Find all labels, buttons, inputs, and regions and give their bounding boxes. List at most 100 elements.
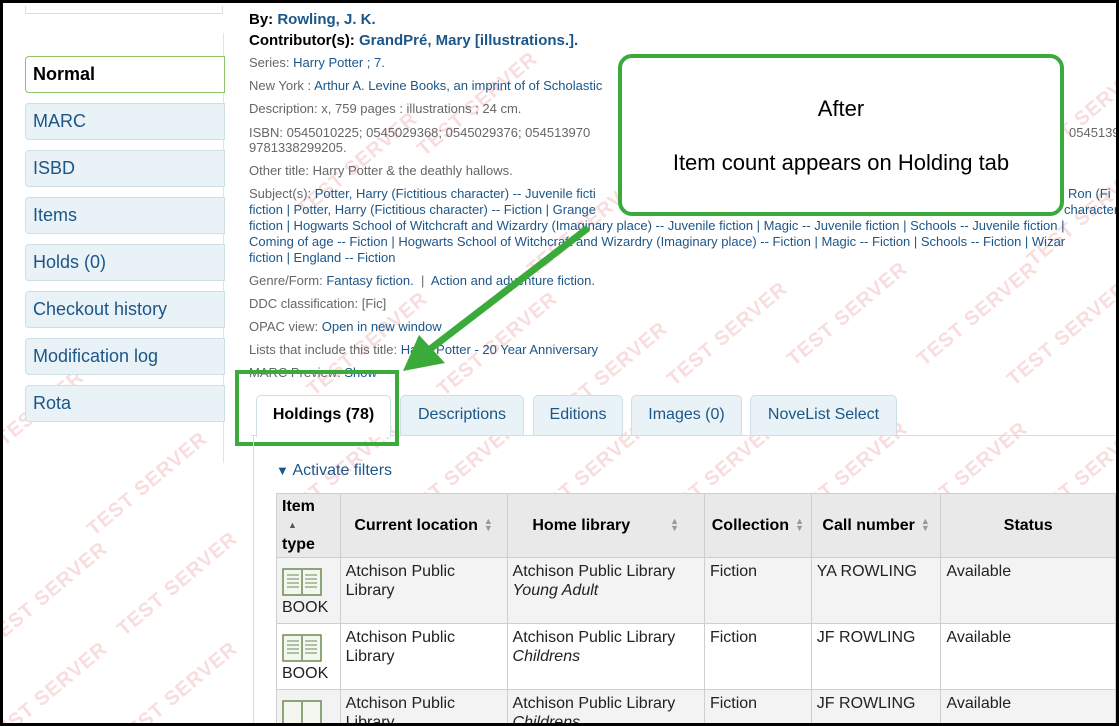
- tab-novelist-select[interactable]: NoveList Select: [750, 395, 897, 435]
- sidebar-item-items[interactable]: Items: [25, 197, 225, 234]
- sort-icon: ▲ ▼: [795, 516, 804, 534]
- sort-asc-icon: ▲: [288, 520, 297, 531]
- cell-item-type: BOOK: [276, 557, 341, 624]
- sidebar-item-holds[interactable]: Holds (0): [25, 244, 225, 281]
- watermark-text: TEST SERVER: [783, 257, 912, 371]
- publisher-link[interactable]: Arthur A. Levine Books, an imprint of of…: [314, 78, 602, 93]
- cell-current-location: Atchison Public Library: [339, 557, 508, 624]
- subjects-line-4[interactable]: Coming of age -- Fiction | Hogwarts Scho…: [249, 234, 1065, 249]
- screenshot-frame: TEST SERVER TEST SERVER TEST SERVER TEST SE…: [0, 0, 1119, 726]
- book-icon: [282, 700, 322, 723]
- home-library-shelf: Childrens: [512, 648, 581, 665]
- cell-collection: Fiction: [703, 557, 812, 624]
- record-sidebar: Normal MARC ISBD Items Holds (0) Checkou…: [25, 56, 225, 432]
- series-label: Series:: [249, 55, 290, 70]
- contributor-label: Contributor(s):: [249, 32, 355, 49]
- tab-descriptions[interactable]: Descriptions: [400, 395, 524, 435]
- sidebar-item-normal[interactable]: Normal: [25, 56, 225, 93]
- subjects-label: Subject(s):: [249, 186, 312, 201]
- holdings-highlight-box: [235, 370, 399, 446]
- col-home-library-label: Home library: [532, 516, 631, 534]
- author-link[interactable]: Rowling, J. K.: [277, 11, 375, 28]
- isbn-value-right: 05451397: [1069, 125, 1119, 140]
- cell-status: Available: [940, 689, 1116, 723]
- sidebar-item-modification-log[interactable]: Modification log: [25, 338, 225, 375]
- series-line: Series: Harry Potter ; 7.: [249, 55, 385, 70]
- tab-editions[interactable]: Editions: [533, 395, 623, 435]
- cell-call-number: JF ROWLING: [810, 623, 942, 690]
- col-current-location[interactable]: Current location ▲ ▼: [339, 493, 508, 558]
- watermark-text: TEST SERVER: [1003, 277, 1119, 391]
- sidebar-item-marc[interactable]: MARC: [25, 103, 225, 140]
- isbn-line: ISBN: 0545010225; 0545029368; 0545029376…: [249, 125, 590, 140]
- watermark-text: TEST SERVER: [913, 257, 1042, 371]
- table-row: Atchison Public Library Atchison Public L…: [276, 689, 1116, 726]
- table-header-row: Item ▲ type Current location ▲ ▼ Home libr…: [276, 493, 1116, 558]
- other-title-line: Other title: Harry Potter & the deathly …: [249, 163, 513, 178]
- sidebar-item-isbd[interactable]: ISBD: [25, 150, 225, 187]
- watermark-text: TEST SERVER: [663, 277, 792, 391]
- cell-current-location: Atchison Public Library: [339, 623, 508, 690]
- annotation-callout: After Item count appears on Holding tab: [618, 54, 1064, 216]
- by-label: By:: [249, 11, 274, 28]
- col-item-type-l2: type: [282, 536, 315, 553]
- description-label: Description:: [249, 101, 318, 116]
- subjects-line-2[interactable]: fiction | Potter, Harry (Fictitious char…: [249, 202, 596, 217]
- cell-collection: Fiction: [703, 689, 812, 723]
- col-call-number[interactable]: Call number ▲ ▼: [810, 493, 942, 558]
- col-status[interactable]: Status: [940, 493, 1116, 558]
- activate-filters-label: Activate filters: [292, 462, 393, 479]
- cell-home-library: Atchison Public Library Childrens: [506, 623, 705, 690]
- item-type-label: BOOK: [282, 665, 329, 682]
- sidebar-item-checkout-history[interactable]: Checkout history: [25, 291, 225, 328]
- table-row: BOOK Atchison Public Library Atchison Pub…: [276, 623, 1116, 690]
- cell-current-location: Atchison Public Library: [339, 689, 508, 723]
- description-value: x, 759 pages : illustrations ; 24 cm.: [321, 101, 522, 116]
- activate-filters-link[interactable]: ▼ Activate filters: [276, 462, 392, 480]
- sidebar-top-box: [25, 6, 223, 14]
- book-icon: [282, 634, 322, 662]
- annotation-arrow: [403, 225, 591, 371]
- col-item-type[interactable]: Item ▲ type: [276, 493, 341, 558]
- cell-item-type: [276, 689, 341, 723]
- lists-label: Lists that include this title:: [249, 342, 398, 357]
- tab-images[interactable]: Images (0): [631, 395, 742, 435]
- watermark-text: TEST SERVER: [113, 527, 242, 641]
- table-row: BOOK Atchison Public Library Atchison Pub…: [276, 557, 1116, 624]
- description-line: Description: x, 759 pages : illustration…: [249, 101, 521, 116]
- sidebar-item-rota[interactable]: Rota: [25, 385, 225, 422]
- watermark-text: TEST SERVER: [83, 427, 212, 541]
- subjects-line-5[interactable]: fiction | England -- Fiction: [249, 250, 395, 265]
- home-library-name: Atchison Public Library: [512, 629, 676, 646]
- subject-link[interactable]: Potter, Harry (Fictitious character) -- …: [315, 186, 596, 201]
- current-location-l1: Atchison Public: [345, 563, 456, 580]
- subjects-line-2-right[interactable]: character) --: [1064, 202, 1116, 217]
- contributor-line: Contributor(s): GrandPré, Mary [illustra…: [249, 32, 578, 49]
- sort-icon: ▲ ▼: [483, 516, 493, 534]
- col-status-label: Status: [1003, 516, 1053, 534]
- watermark-text: TEST SERVER: [0, 537, 112, 651]
- cell-status: Available: [940, 557, 1116, 624]
- series-link[interactable]: Harry Potter ; 7.: [293, 55, 385, 70]
- cell-call-number: YA ROWLING: [810, 557, 942, 624]
- sort-icon: ▲ ▼: [920, 516, 930, 534]
- cell-collection: Fiction: [703, 623, 812, 690]
- publisher-place: New York :: [249, 78, 312, 93]
- ddc-line: DDC classification: [Fic]: [249, 296, 386, 311]
- col-call-number-label: Call number: [822, 516, 915, 534]
- home-library-name: Atchison Public Library: [512, 695, 676, 712]
- col-home-library[interactable]: Home library ▲ ▼: [506, 493, 705, 558]
- subjects-line-3[interactable]: fiction | Hogwarts School of Witchcraft …: [249, 218, 1064, 233]
- contributor-link[interactable]: GrandPré, Mary [illustrations.].: [359, 32, 578, 49]
- cell-call-number: JF ROWLING: [810, 689, 942, 723]
- genre-label: Genre/Form:: [249, 273, 323, 288]
- col-collection[interactable]: Collection ▲ ▼: [703, 493, 812, 558]
- home-library-shelf: Childrens: [512, 714, 581, 726]
- book-icon: [282, 568, 322, 596]
- watermark-text: TEST SERVER: [113, 637, 242, 726]
- current-location-l1: Atchison Public: [345, 695, 456, 712]
- isbn-line-2: 9781338299205.: [249, 140, 347, 155]
- callout-title: After: [817, 96, 865, 121]
- ddc-label: DDC classification:: [249, 296, 359, 311]
- subjects-line-1-right[interactable]: Ron (Fi: [1068, 186, 1111, 201]
